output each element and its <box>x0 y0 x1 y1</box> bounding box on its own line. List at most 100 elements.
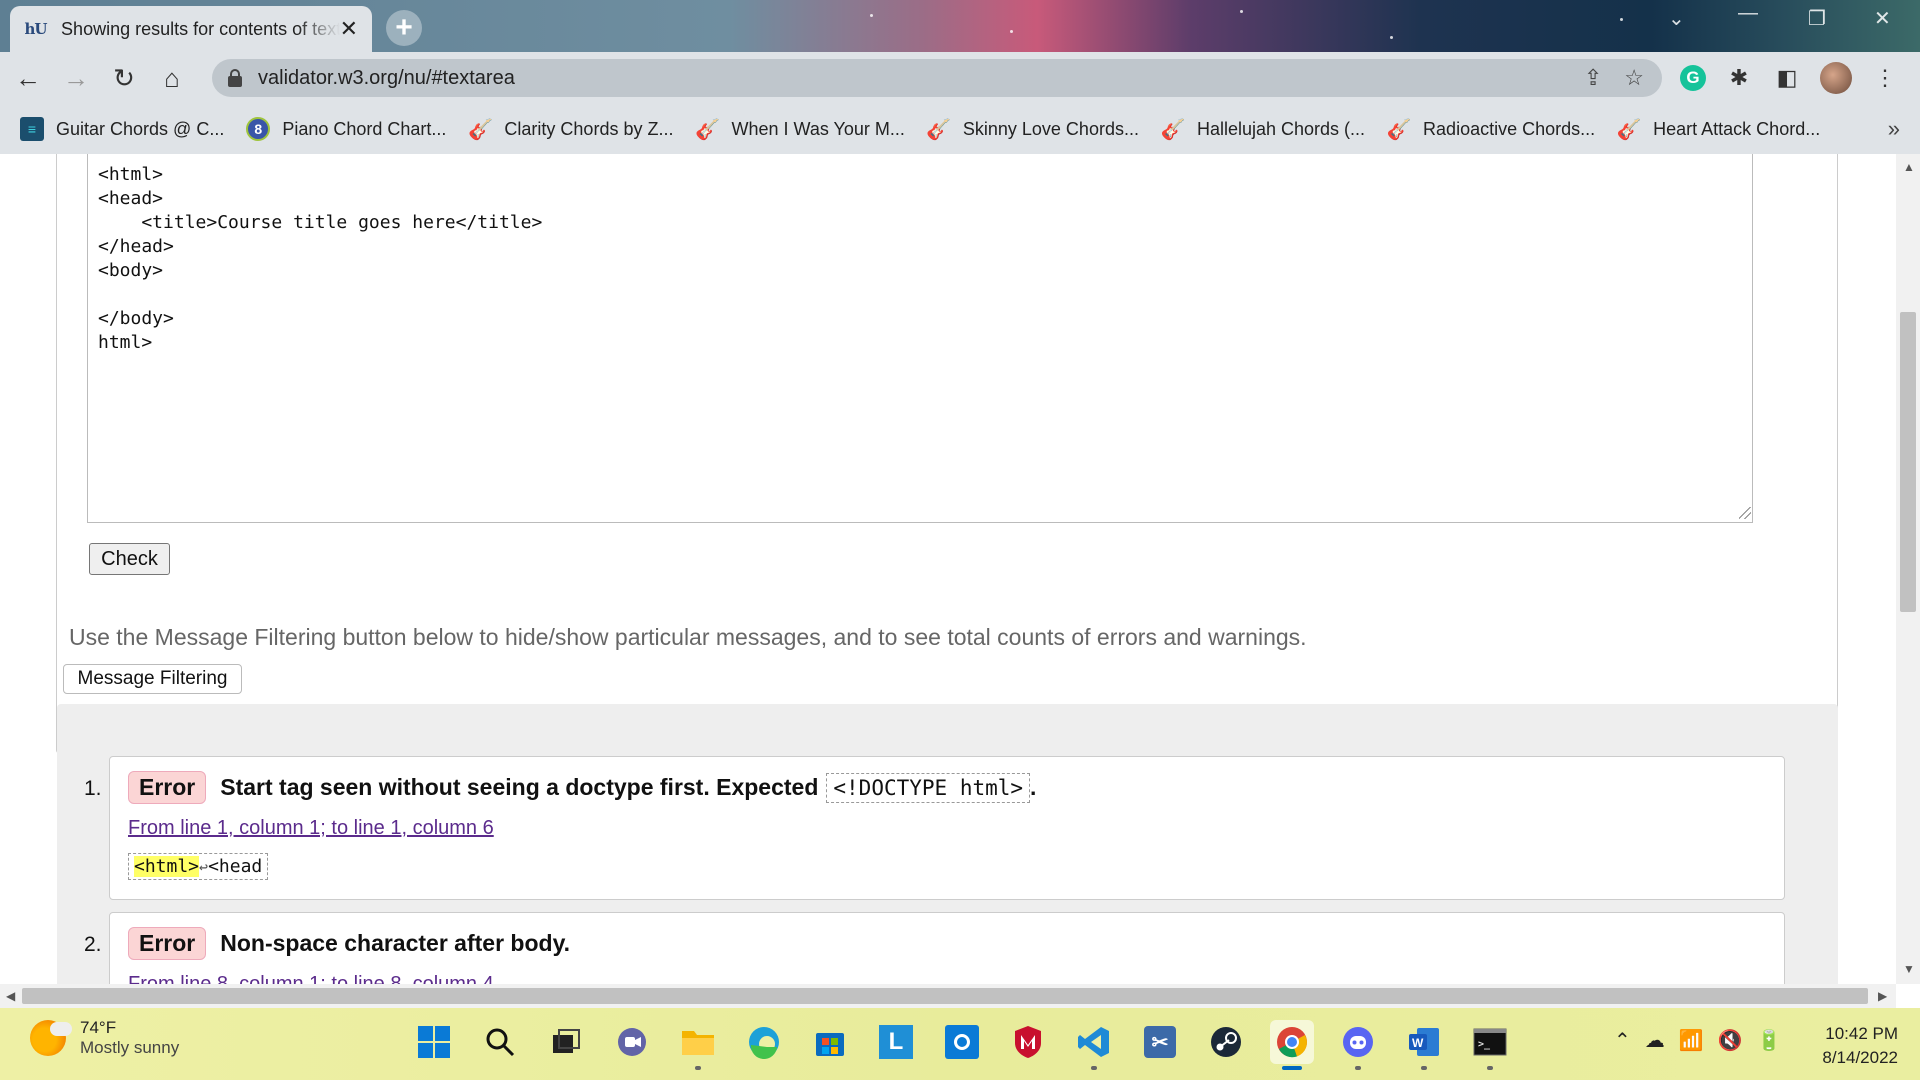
weather-condition: Mostly sunny <box>80 1038 180 1057</box>
scroll-up-arrow-icon[interactable]: ▲ <box>1903 160 1915 174</box>
partly-sunny-icon <box>30 1020 72 1056</box>
bookmark-item[interactable]: ≡ Guitar Chords @ C... <box>20 117 224 141</box>
scroll-down-arrow-icon[interactable]: ▼ <box>1903 962 1915 976</box>
reload-icon[interactable]: ↻ <box>104 58 144 98</box>
taskbar-clock[interactable]: 10:42 PM 8/14/2022 <box>1822 1022 1898 1070</box>
message-number: 2. <box>84 933 102 956</box>
clock-time: 10:42 PM <box>1825 1024 1898 1043</box>
ultimate-guitar-icon: 🎸 <box>695 118 720 141</box>
location-link[interactable]: From line 8, column 1; to line 8, column… <box>128 973 494 984</box>
wifi-icon[interactable]: 📶 <box>1679 1028 1704 1053</box>
bookmark-item[interactable]: 8 Piano Chord Chart... <box>246 117 446 141</box>
resize-grip-icon[interactable] <box>1739 507 1751 519</box>
bookmark-item[interactable]: 🎸 Skinny Love Chords... <box>926 117 1139 141</box>
microsoft-store-icon[interactable] <box>808 1020 852 1064</box>
error-badge: Error <box>128 927 207 960</box>
filter-hint-text: Use the Message Filtering button below t… <box>69 624 1307 650</box>
w3c-validator-icon: hU <box>24 20 48 38</box>
windows-start-icon[interactable] <box>412 1020 456 1064</box>
file-explorer-icon[interactable] <box>676 1020 720 1070</box>
outlook-icon[interactable] <box>940 1020 984 1064</box>
bookmark-label: Radioactive Chords... <box>1423 118 1596 139</box>
word-icon[interactable]: W <box>1402 1020 1446 1070</box>
bookmark-label: Clarity Chords by Z... <box>504 118 674 139</box>
bookmark-item[interactable]: 🎸 When I Was Your M... <box>695 117 905 141</box>
speaker-muted-icon[interactable]: 🔇 <box>1718 1028 1743 1053</box>
address-bar[interactable]: validator.w3.org/nu/#textarea ⇪ ☆ <box>212 59 1662 97</box>
show-hidden-icons-chevron-icon[interactable]: ⌃ <box>1614 1028 1631 1053</box>
html-input-textarea[interactable]: <html> <head> <title>Course title goes h… <box>87 154 1753 523</box>
error-badge: Error <box>128 771 207 804</box>
check-button[interactable]: Check <box>89 543 170 575</box>
share-icon[interactable]: ⇪ <box>1584 65 1602 91</box>
message-item: 2. Error Non-space character after body.… <box>84 912 1785 984</box>
ultimate-guitar-icon: 🎸 <box>467 118 493 141</box>
forward-arrow-icon[interactable]: → <box>56 58 96 98</box>
battery-icon[interactable]: 🔋 <box>1757 1028 1782 1053</box>
results-list: 1. Error Start tag seen without seeing a… <box>57 704 1838 984</box>
mcafee-shield-icon[interactable] <box>1006 1020 1050 1064</box>
snipping-tool-icon[interactable]: ✂ <box>1138 1020 1182 1064</box>
extensions-puzzle-icon[interactable]: ✱ <box>1724 63 1754 93</box>
vertical-scroll-thumb[interactable] <box>1900 312 1916 612</box>
vscode-icon[interactable] <box>1072 1020 1116 1070</box>
url-text[interactable]: validator.w3.org/nu/#textarea <box>258 67 515 90</box>
svg-text:>_: >_ <box>1478 1039 1491 1050</box>
horizontal-scrollbar[interactable]: ◀ ▶ <box>0 984 1896 1008</box>
teams-chat-icon[interactable] <box>610 1020 654 1064</box>
title-bar: hU Showing results for contents of text-… <box>0 0 1920 52</box>
input-panel: <html> <head> <title>Course title goes h… <box>56 154 1838 754</box>
return-arrow-icon: ↩ <box>199 858 209 876</box>
clock-date: 8/14/2022 <box>1822 1048 1898 1067</box>
doctype-code: <!DOCTYPE html> <box>826 773 1031 803</box>
edge-browser-icon[interactable] <box>742 1020 786 1064</box>
horizontal-scroll-thumb[interactable] <box>22 988 1868 1004</box>
message-number: 1. <box>84 777 102 800</box>
maximize-icon[interactable]: ❐ <box>1808 6 1826 31</box>
close-window-icon[interactable]: ✕ <box>1874 6 1891 31</box>
bookmark-item[interactable]: 🎸 Heart Attack Chord... <box>1616 117 1821 141</box>
tab-search-chevron-icon[interactable]: ⌄ <box>1668 6 1685 31</box>
wallpaper-star <box>1010 30 1013 33</box>
home-icon[interactable]: ⌂ <box>152 58 192 98</box>
scroll-right-arrow-icon[interactable]: ▶ <box>1878 989 1887 1003</box>
side-panel-icon[interactable]: ◧ <box>1772 63 1802 93</box>
bookmark-item[interactable]: 🎸 Clarity Chords by Z... <box>467 117 674 141</box>
grammarly-icon[interactable]: G <box>1680 65 1706 91</box>
message-filtering-button[interactable]: Message Filtering <box>63 664 242 694</box>
terminal-icon[interactable]: >_ <box>1468 1020 1512 1070</box>
page-viewport: <html> <head> <title>Course title goes h… <box>0 154 1896 984</box>
bookmarks-bar: ≡ Guitar Chords @ C... 8 Piano Chord Cha… <box>0 104 1920 154</box>
bookmark-label: Skinny Love Chords... <box>962 118 1139 139</box>
chrome-icon[interactable] <box>1270 1020 1314 1070</box>
wallpaper-star <box>870 14 873 17</box>
bookmark-item[interactable]: 🎸 Hallelujah Chords (... <box>1161 117 1366 141</box>
lock-icon[interactable] <box>228 69 242 87</box>
bookmark-star-icon[interactable]: ☆ <box>1624 65 1644 91</box>
vertical-scrollbar[interactable]: ▲ ▼ <box>1896 154 1920 984</box>
bookmarks-overflow-chevron-icon[interactable]: » <box>1888 116 1900 142</box>
ultimate-guitar-icon: 🎸 <box>1616 118 1642 141</box>
location-link[interactable]: From line 1, column 1; to line 1, column… <box>128 817 494 840</box>
browser-toolbar: ← → ↻ ⌂ validator.w3.org/nu/#textarea ⇪ … <box>0 52 1920 104</box>
discord-icon[interactable] <box>1336 1020 1380 1070</box>
wallpaper-star <box>1620 18 1623 21</box>
task-view-icon[interactable] <box>544 1020 588 1064</box>
bookmark-item[interactable]: 🎸 Radioactive Chords... <box>1387 117 1596 141</box>
new-tab-button[interactable]: + <box>386 10 422 46</box>
weather-widget[interactable]: 74°F Mostly sunny <box>30 1018 179 1058</box>
steam-icon[interactable] <box>1204 1020 1248 1064</box>
browser-tab-active[interactable]: hU Showing results for contents of text-… <box>10 6 372 52</box>
back-arrow-icon[interactable]: ← <box>8 58 48 98</box>
launcher-l-icon[interactable]: L <box>874 1020 918 1064</box>
onedrive-cloud-icon[interactable]: ☁ <box>1645 1028 1665 1053</box>
close-tab-icon[interactable]: ✕ <box>340 18 358 40</box>
search-icon[interactable] <box>478 1020 522 1064</box>
kebab-menu-icon[interactable]: ⋮ <box>1870 63 1900 93</box>
message-text: Non-space character after body. <box>220 930 571 956</box>
scroll-left-arrow-icon[interactable]: ◀ <box>6 989 15 1003</box>
minimize-icon[interactable]: — <box>1738 2 1758 25</box>
svg-text:W: W <box>1412 1036 1424 1050</box>
profile-avatar[interactable] <box>1820 62 1852 94</box>
taskbar: 74°F Mostly sunny L ✂ W >_ ⌃ ☁ 📶 🔇 🔋 10:… <box>0 1008 1920 1080</box>
